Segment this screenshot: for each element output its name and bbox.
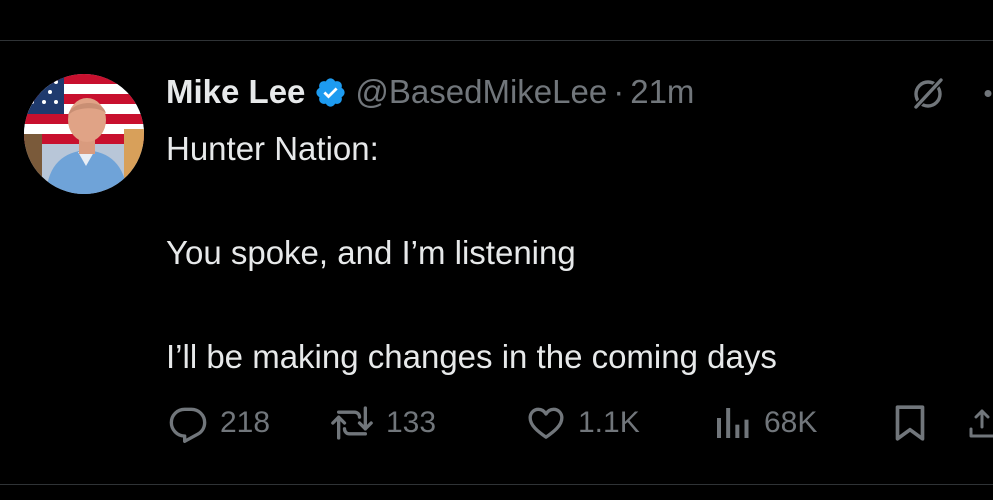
verified-badge-icon[interactable] [314,76,347,109]
grok-icon[interactable] [910,76,946,112]
reply-button[interactable]: 218 [168,398,270,448]
tweet-timestamp[interactable]: 21m [630,73,694,111]
more-icon[interactable] [982,88,993,99]
tweet-text: Hunter Nation: You spoke, and I’m listen… [166,124,946,382]
views-count: 68K [764,406,818,439]
share-icon [969,409,993,438]
tweet-line: Hunter Nation: [166,130,379,167]
tweet-line: You spoke, and I’m listening [166,234,576,271]
views-button[interactable]: 68K [712,398,817,448]
like-button[interactable]: 1.1K [526,398,640,448]
avatar[interactable] [24,74,144,194]
previous-tweet-icon [903,0,921,1]
share-button[interactable] [968,398,993,448]
bottom-divider [0,484,993,485]
heart-icon [528,407,564,439]
like-count: 1.1K [578,406,640,439]
header-separator: · [613,73,625,110]
views-icon [717,408,749,438]
bookmark-icon [895,405,925,441]
top-divider [0,40,993,41]
reply-count: 218 [220,406,271,439]
repost-button[interactable]: 133 [330,398,436,448]
author-name[interactable]: Mike Lee [166,73,305,111]
repost-icon [331,406,373,440]
tweet-line: I’ll be making changes in the coming day… [166,338,777,375]
repost-count: 133 [386,406,437,439]
bookmark-button[interactable] [890,398,930,448]
author-handle[interactable]: @BasedMikeLee [355,73,607,111]
reply-icon [169,407,207,443]
tweet-actions: 218 133 1.1K 68K [0,398,993,448]
tweet-header: Mike Lee @BasedMikeLee · 21m [166,70,694,114]
